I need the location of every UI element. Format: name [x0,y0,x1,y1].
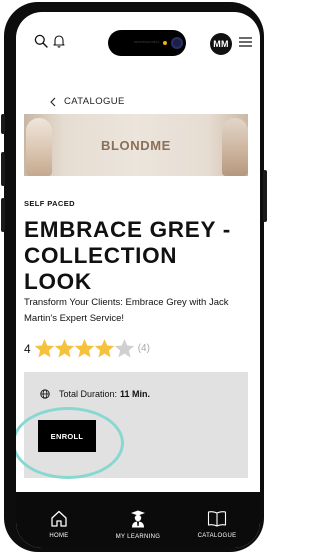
book-icon [207,511,227,527]
duration-row: Total Duration: 11 Min. [40,389,150,399]
star-empty-icon [114,339,134,358]
dynamic-island: PROFESSIONAL [108,30,186,56]
rating-count: (4) [137,343,150,354]
camera-indicator [163,41,167,45]
duration-value: 11 Min. [120,389,151,399]
breadcrumb-label: CATALOGUE [64,96,125,107]
rating-value: 4 [24,341,31,356]
course-type-label: SELF PACED [24,199,75,208]
star-filled-icon [34,339,54,358]
rating-stars [34,338,134,359]
search-icon[interactable] [34,34,48,48]
course-description: Transform Your Clients: Embrace Grey wit… [24,297,229,324]
highlight-ring [16,407,124,479]
top-bar: PROFESSIONAL MM [16,12,260,64]
side-button [1,152,5,186]
tab-label: MY LEARNING [115,534,161,540]
tab-label: CATALOGUE [197,533,237,539]
chevron-left-icon [50,97,56,106]
app-logo: PROFESSIONAL [134,40,160,44]
course-title-line: EMBRACE GREY - [24,217,231,242]
star-filled-icon [74,339,94,358]
side-button [1,114,5,134]
graduate-icon [131,510,145,528]
course-banner-image: BLONDME [24,114,248,176]
side-button [263,170,267,222]
tab-my-learning[interactable]: MY LEARNING [103,510,173,540]
side-button [1,198,5,232]
home-icon [51,510,67,527]
course-rating: 4 (4) [24,338,150,359]
bell-icon[interactable] [53,34,65,48]
tab-home[interactable]: HOME [24,510,94,539]
phone-frame: PROFESSIONAL MM CATALOGUE BLONDME SELF P… [1,2,267,552]
app-screen: PROFESSIONAL MM CATALOGUE BLONDME SELF P… [16,12,260,548]
course-title: EMBRACE GREY - COLLECTION LOOK [24,217,246,295]
bottom-tab-bar: HOME MY LEARNING CATALOGUE [16,492,260,548]
avatar[interactable]: MM [210,33,232,55]
star-filled-icon [94,339,114,358]
tab-catalogue[interactable]: CATALOGUE [182,510,252,539]
course-title-line: COLLECTION LOOK [24,243,178,294]
tab-label: HOME [49,533,69,539]
duration-label: Total Duration: [59,389,118,399]
banner-brand-text: BLONDME [101,138,171,153]
camera-lens [171,37,183,49]
breadcrumb[interactable]: CATALOGUE [50,96,125,107]
star-filled-icon [54,339,74,358]
globe-icon [40,389,50,399]
hamburger-menu-icon[interactable] [239,37,252,47]
